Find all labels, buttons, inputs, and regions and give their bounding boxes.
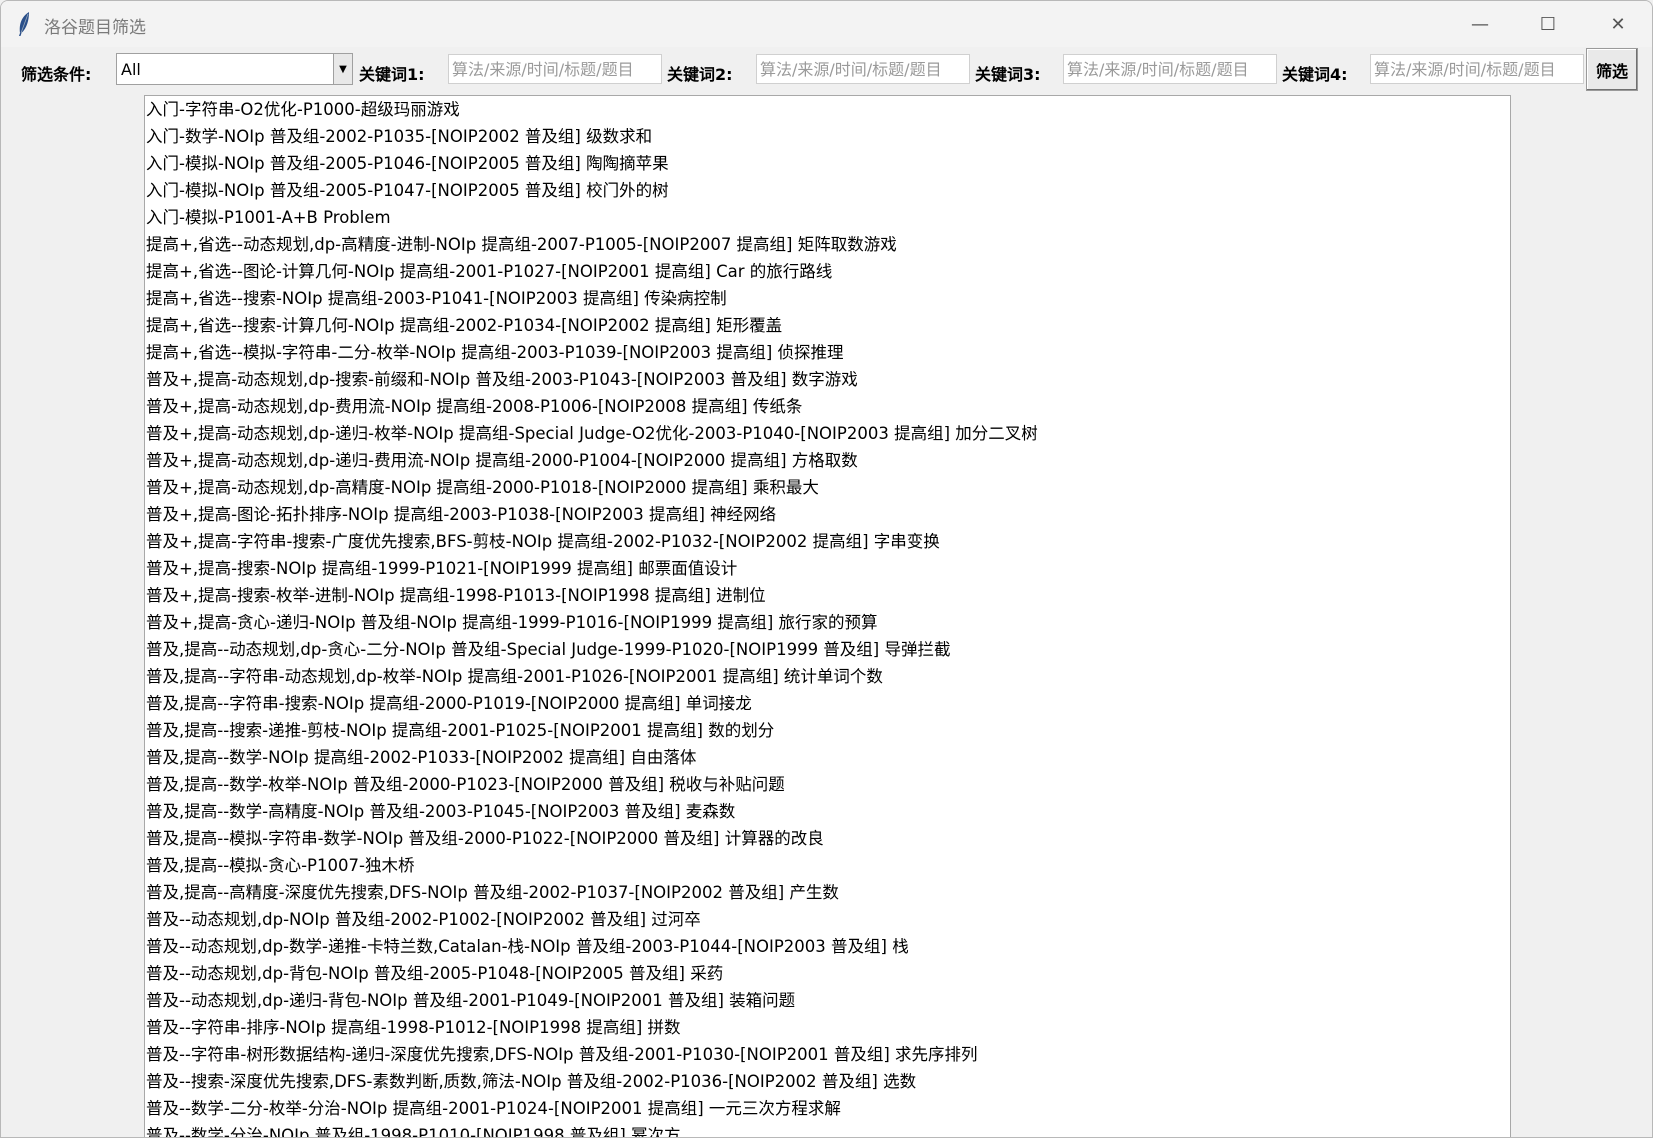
app-window: 洛谷题目筛选 — ☐ ✕ 筛选条件: All ▼ 关键词1: 关键词2: 关键词… [0, 0, 1653, 1138]
keyword4-field[interactable] [1370, 54, 1584, 84]
minimize-icon: — [1471, 13, 1489, 35]
list-item[interactable]: 普及+,提高-搜索-NOIp 提高组-1999-P1021-[NOIP1999 … [145, 555, 1510, 582]
list-item[interactable]: 入门-模拟-NOIp 普及组-2005-P1046-[NOIP2005 普及组]… [145, 150, 1510, 177]
list-item[interactable]: 普及+,提高-动态规划,dp-搜索-前缀和-NOIp 普及组-2003-P104… [145, 366, 1510, 393]
list-item[interactable]: 入门-字符串-O2优化-P1000-超级玛丽游戏 [145, 96, 1510, 123]
maximize-button[interactable]: ☐ [1513, 1, 1583, 47]
filter-toolbar: 筛选条件: All ▼ 关键词1: 关键词2: 关键词3: 关键词4: 筛选 [1, 48, 1652, 93]
keyword3-input[interactable] [1064, 55, 1276, 83]
problem-listbox[interactable]: 入门-字符串-O2优化-P1000-超级玛丽游戏 入门-数学-NOIp 普及组-2… [144, 95, 1511, 1137]
list-item[interactable]: 普及,提高--动态规划,dp-贪心-二分-NOIp 普及组-Special Ju… [145, 636, 1510, 663]
list-item[interactable]: 普及,提高--数学-枚举-NOIp 普及组-2000-P1023-[NOIP20… [145, 771, 1510, 798]
list-item[interactable]: 普及,提高--搜索-递推-剪枝-NOIp 提高组-2001-P1025-[NOI… [145, 717, 1510, 744]
list-item[interactable]: 普及+,提高-字符串-搜索-广度优先搜索,BFS-剪枝-NOIp 提高组-200… [145, 528, 1510, 555]
feather-icon [19, 12, 29, 36]
keyword2-label: 关键词2: [667, 65, 733, 84]
keyword4-input[interactable] [1371, 55, 1583, 83]
keyword1-field[interactable] [448, 54, 662, 84]
list-item[interactable]: 普及+,提高-动态规划,dp-递归-枚举-NOIp 提高组-Special Ju… [145, 420, 1510, 447]
list-item[interactable]: 普及+,提高-贪心-递归-NOIp 普及组-NOIp 提高组-1999-P101… [145, 609, 1510, 636]
list-item[interactable]: 入门-模拟-NOIp 普及组-2005-P1047-[NOIP2005 普及组]… [145, 177, 1510, 204]
keyword3-label: 关键词3: [975, 65, 1041, 84]
minimize-button[interactable]: — [1445, 1, 1515, 47]
list-item[interactable]: 普及,提高--字符串-搜索-NOIp 提高组-2000-P1019-[NOIP2… [145, 690, 1510, 717]
keyword4-label: 关键词4: [1282, 65, 1348, 84]
list-item[interactable]: 普及,提高--字符串-动态规划,dp-枚举-NOIp 提高组-2001-P102… [145, 663, 1510, 690]
close-icon: ✕ [1610, 13, 1626, 35]
keyword3-field[interactable] [1063, 54, 1277, 84]
list-item[interactable]: 普及--字符串-排序-NOIp 提高组-1998-P1012-[NOIP1998… [145, 1014, 1510, 1041]
list-item[interactable]: 入门-模拟-P1001-A+B Problem [145, 204, 1510, 231]
list-item[interactable]: 提高+,省选--搜索-NOIp 提高组-2003-P1041-[NOIP2003… [145, 285, 1510, 312]
keyword1-label: 关键词1: [359, 65, 425, 84]
list-item[interactable]: 普及,提高--数学-高精度-NOIp 普及组-2003-P1045-[NOIP2… [145, 798, 1510, 825]
keyword1-input[interactable] [449, 55, 661, 83]
filter-condition-label: 筛选条件: [21, 65, 92, 84]
list-item[interactable]: 普及--数学-二分-枚举-分治-NOIp 提高组-2001-P1024-[NOI… [145, 1095, 1510, 1122]
list-item[interactable]: 普及+,提高-图论-拓扑排序-NOIp 提高组-2003-P1038-[NOIP… [145, 501, 1510, 528]
list-item[interactable]: 普及--数学-分治-NOIp 普及组-1998-P1010-[NOIP1998 … [145, 1122, 1510, 1137]
list-item[interactable]: 提高+,省选--图论-计算几何-NOIp 提高组-2001-P1027-[NOI… [145, 258, 1510, 285]
list-item[interactable]: 提高+,省选--模拟-字符串-二分-枚举-NOIp 提高组-2003-P1039… [145, 339, 1510, 366]
close-button[interactable]: ✕ [1583, 1, 1652, 47]
filter-condition-combobox[interactable]: All ▼ [116, 53, 353, 85]
keyword2-field[interactable] [756, 54, 970, 84]
list-item[interactable]: 普及,提高--高精度-深度优先搜索,DFS-NOIp 普及组-2002-P103… [145, 879, 1510, 906]
filter-condition-value: All [121, 60, 141, 79]
title-bar: 洛谷题目筛选 — ☐ ✕ [1, 1, 1652, 47]
filter-button[interactable]: 筛选 [1586, 48, 1638, 91]
list-item[interactable]: 普及+,提高-动态规划,dp-高精度-NOIp 提高组-2000-P1018-[… [145, 474, 1510, 501]
keyword2-input[interactable] [757, 55, 969, 83]
maximize-icon: ☐ [1539, 13, 1557, 35]
chevron-down-icon[interactable]: ▼ [333, 54, 352, 84]
list-item[interactable]: 普及+,提高-动态规划,dp-费用流-NOIp 提高组-2008-P1006-[… [145, 393, 1510, 420]
list-item[interactable]: 入门-数学-NOIp 普及组-2002-P1035-[NOIP2002 普及组]… [145, 123, 1510, 150]
list-item[interactable]: 普及,提高--数学-NOIp 提高组-2002-P1033-[NOIP2002 … [145, 744, 1510, 771]
list-item[interactable]: 普及,提高--模拟-贪心-P1007-独木桥 [145, 852, 1510, 879]
list-item[interactable]: 普及+,提高-动态规划,dp-递归-费用流-NOIp 提高组-2000-P100… [145, 447, 1510, 474]
list-item[interactable]: 普及,提高--模拟-字符串-数学-NOIp 普及组-2000-P1022-[NO… [145, 825, 1510, 852]
list-item[interactable]: 提高+,省选--搜索-计算几何-NOIp 提高组-2002-P1034-[NOI… [145, 312, 1510, 339]
list-item[interactable]: 普及--字符串-树形数据结构-递归-深度优先搜索,DFS-NOIp 普及组-20… [145, 1041, 1510, 1068]
window-title: 洛谷题目筛选 [44, 18, 146, 38]
list-item[interactable]: 普及--动态规划,dp-递归-背包-NOIp 普及组-2001-P1049-[N… [145, 987, 1510, 1014]
list-item[interactable]: 提高+,省选--动态规划,dp-高精度-进制-NOIp 提高组-2007-P10… [145, 231, 1510, 258]
list-item[interactable]: 普及--动态规划,dp-数学-递推-卡特兰数,Catalan-栈-NOIp 普及… [145, 933, 1510, 960]
list-item[interactable]: 普及+,提高-搜索-枚举-进制-NOIp 提高组-1998-P1013-[NOI… [145, 582, 1510, 609]
list-item[interactable]: 普及--搜索-深度优先搜索,DFS-素数判断,质数,筛法-NOIp 普及组-20… [145, 1068, 1510, 1095]
list-item[interactable]: 普及--动态规划,dp-背包-NOIp 普及组-2005-P1048-[NOIP… [145, 960, 1510, 987]
list-item[interactable]: 普及--动态规划,dp-NOIp 普及组-2002-P1002-[NOIP200… [145, 906, 1510, 933]
